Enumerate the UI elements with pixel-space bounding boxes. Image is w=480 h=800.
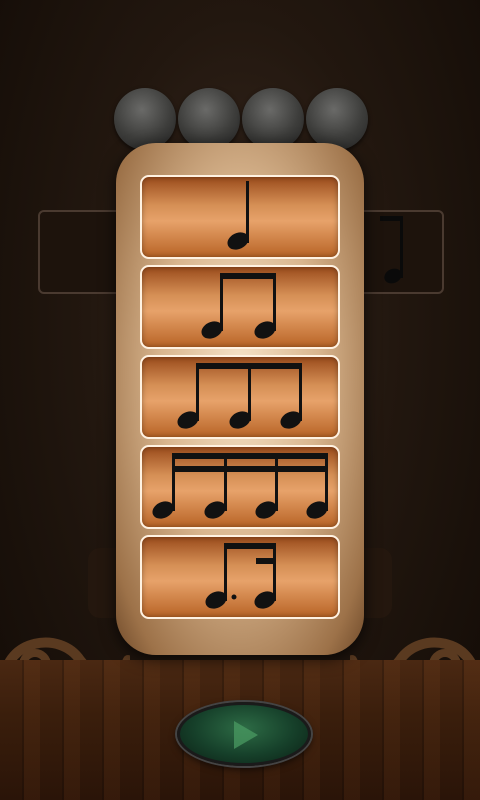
tuning-peg-1: [114, 88, 176, 150]
dotted-eighth-sixteenth-icon: [205, 543, 276, 609]
four-sixteenth-notes-icon: [152, 453, 328, 519]
tuning-peg-3: [242, 88, 304, 150]
two-eighth-notes-option[interactable]: [140, 265, 340, 349]
quarter-note-option[interactable]: [140, 175, 340, 259]
triplet-icon: [177, 363, 302, 429]
tuning-peg-2: [178, 88, 240, 150]
rhythm-select-panel: [116, 143, 364, 655]
triplet-option[interactable]: [140, 355, 340, 439]
dotted-eighth-sixteenth-option[interactable]: [140, 535, 340, 619]
quarter-note-icon: [227, 181, 249, 250]
two-eighth-notes-icon: [201, 273, 276, 339]
tuning-peg-4: [306, 88, 368, 150]
play-button[interactable]: [177, 702, 311, 766]
background-note-icon: [380, 216, 403, 284]
play-icon: [234, 721, 258, 749]
four-sixteenth-notes-option[interactable]: [140, 445, 340, 529]
